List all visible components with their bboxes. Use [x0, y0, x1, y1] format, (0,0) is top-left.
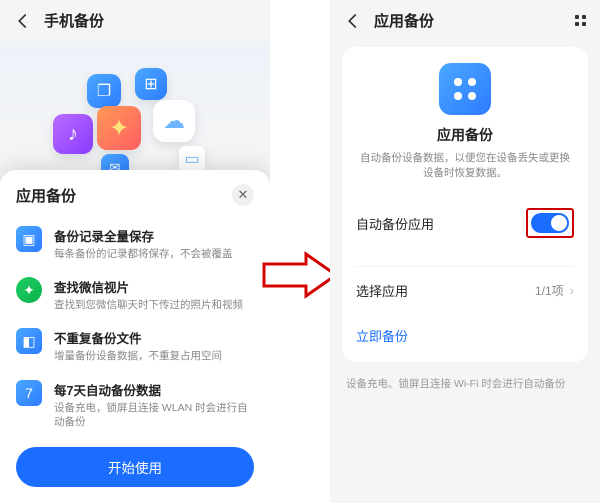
feature-title: 查找微信视片	[54, 277, 243, 296]
feature-item: ✦ 查找微信视片查找到您微信聊天时下传过的照片和视频	[16, 269, 254, 320]
feature-item: ◧ 不重复备份文件增量备份设备数据，不重复占用空间	[16, 320, 254, 371]
gallery-icon	[97, 106, 141, 150]
feature-item: ▣ 备份记录全量保存每条备份的记录都将保存，不会被覆盖	[16, 218, 254, 269]
doc-icon	[179, 146, 205, 172]
select-apps-label: 选择应用	[356, 281, 408, 300]
app-backup-large-icon	[439, 63, 491, 115]
feature-sub: 设备充电，锁屏且连接 WLAN 时会进行自动备份	[54, 401, 254, 429]
toggle-highlight	[526, 208, 574, 238]
books-icon	[87, 74, 121, 108]
intro-sheet: 应用备份 ✕ ▣ 备份记录全量保存每条备份的记录都将保存，不会被覆盖 ✦ 查找微信视片…	[0, 170, 270, 503]
auto-backup-label: 自动备份应用	[356, 214, 434, 233]
back-icon[interactable]	[14, 12, 32, 30]
feature-sub: 每条备份的记录都将保存，不会被覆盖	[54, 247, 233, 261]
feature-sub: 查找到您微信聊天时下传过的照片和视频	[54, 298, 243, 312]
more-icon[interactable]	[575, 15, 586, 26]
auto-backup-row: 自动备份应用	[356, 194, 574, 252]
close-icon[interactable]: ✕	[232, 184, 254, 206]
save-icon: ▣	[16, 226, 42, 252]
arrow-icon	[260, 250, 340, 300]
auto-backup-toggle[interactable]	[531, 213, 569, 233]
sheet-title: 应用备份	[16, 185, 76, 206]
right-screen: 应用备份 应用备份 自动备份设备数据，以便您在设备丢失或更换设备时恢复数据。 自…	[330, 0, 600, 503]
backup-now-link[interactable]: 立即备份	[356, 329, 408, 344]
right-header: 应用备份	[330, 0, 600, 41]
main-card: 应用备份 自动备份设备数据，以便您在设备丢失或更换设备时恢复数据。 自动备份应用…	[342, 47, 588, 362]
nodupe-icon: ◧	[16, 328, 42, 354]
apps-icon	[135, 68, 167, 100]
music-icon: ♪	[53, 114, 93, 154]
feature-item: 7 每7天自动备份数据设备充电，锁屏且连接 WLAN 时会进行自动备份	[16, 372, 254, 437]
left-screen: 手机备份 ♪ ⊞ 应用备份 自动备份手机应用的数据 应用备份 ✕ ▣备份记录全量…	[0, 0, 270, 503]
start-button[interactable]: 开始使用	[16, 447, 254, 487]
cloud-icon	[153, 100, 195, 142]
page-title: 应用备份	[374, 10, 434, 31]
wechat-icon: ✦	[16, 277, 42, 303]
feature-title: 每7天自动备份数据	[54, 380, 254, 399]
feature-title: 不重复备份文件	[54, 328, 222, 347]
hero-desc: 自动备份设备数据，以便您在设备丢失或更换设备时恢复数据。	[356, 151, 574, 180]
feature-sub: 增量备份设备数据，不重复占用空间	[54, 349, 222, 363]
select-apps-row[interactable]: 选择应用 1/1项 ›	[356, 266, 574, 314]
backup-now-row: 立即备份	[356, 314, 574, 348]
feature-title: 备份记录全量保存	[54, 226, 233, 245]
chevron-right-icon: ›	[570, 283, 574, 298]
left-header: 手机备份	[0, 0, 270, 41]
select-apps-value: 1/1项	[535, 282, 564, 299]
seven-icon: 7	[16, 380, 42, 406]
back-icon[interactable]	[344, 12, 362, 30]
footer-note: 设备充电、锁屏且连接 Wi-Fi 时会进行自动备份	[330, 362, 600, 405]
hero-title: 应用备份	[356, 125, 574, 145]
page-title: 手机备份	[44, 10, 104, 31]
